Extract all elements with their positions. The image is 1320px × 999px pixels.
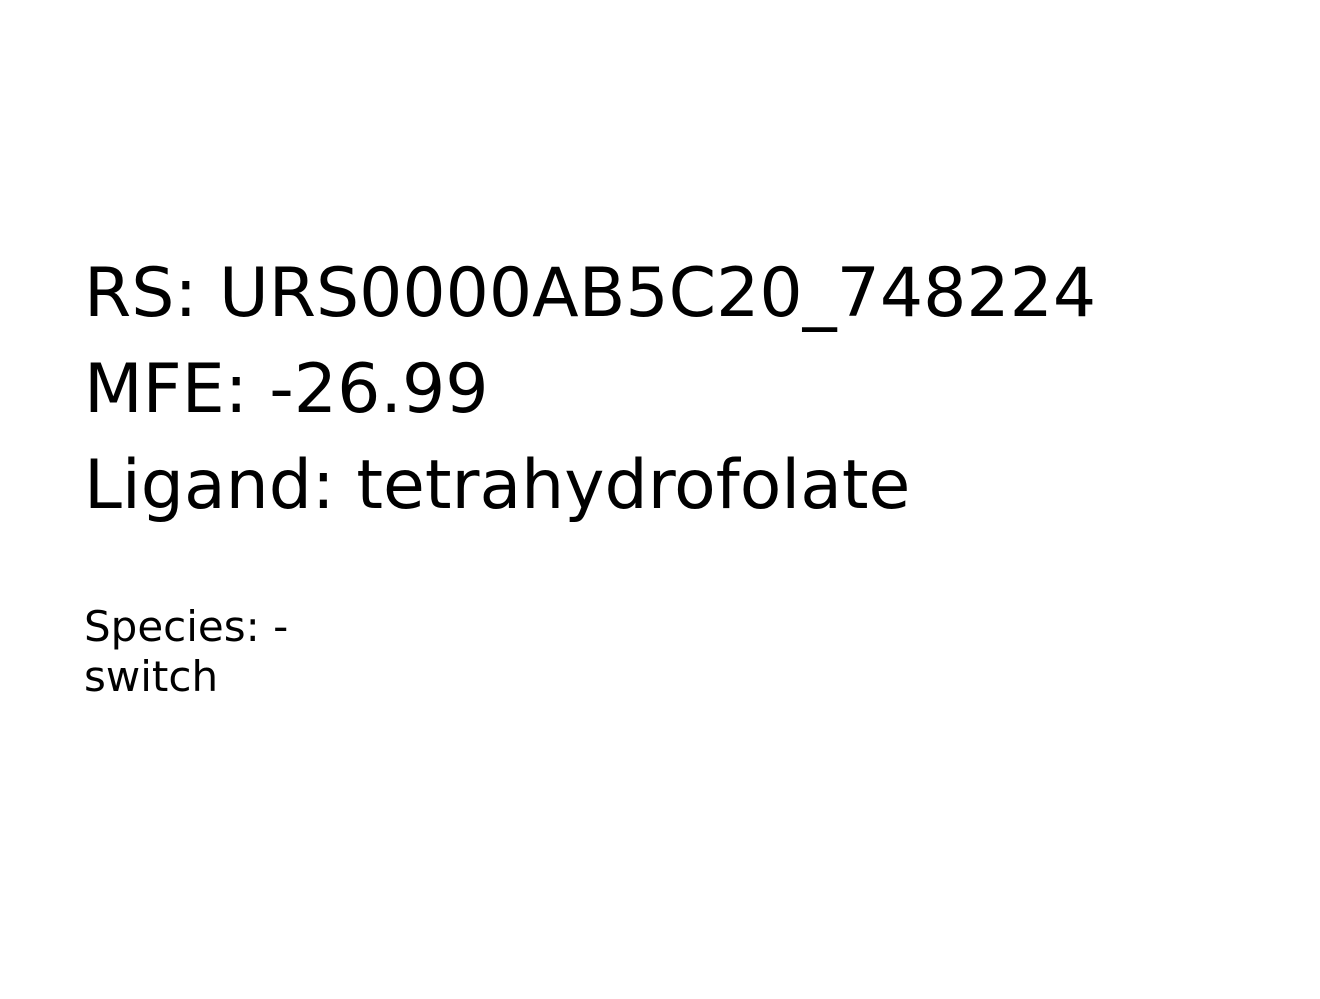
rs-identifier: RS: URS0000AB5C20_748224	[84, 254, 1097, 333]
species-type: switch	[84, 652, 219, 701]
ligand-name: Ligand: tetrahydrofolate	[84, 446, 911, 525]
mfe-value: MFE: -26.99	[84, 350, 489, 429]
info-block: RS: URS0000AB5C20_748224 MFE: -26.99 Lig…	[84, 246, 1096, 534]
species-label: Species: -	[84, 602, 289, 651]
species-block: Species: - switch	[84, 602, 288, 702]
